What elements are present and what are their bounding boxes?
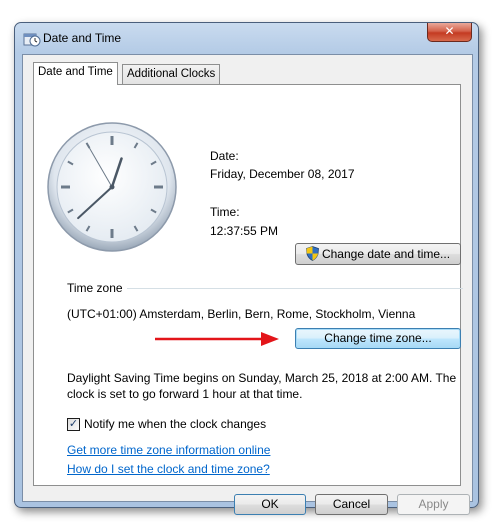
apply-button[interactable]: Apply [397, 494, 470, 515]
red-annotation-arrow [155, 332, 279, 346]
more-time-zone-info-link[interactable]: Get more time zone information online [67, 443, 270, 457]
dst-text-line-2: clock is set to go forward 1 hour at tha… [67, 387, 303, 401]
change-time-zone-button[interactable]: Change time zone... [295, 328, 461, 349]
close-button[interactable]: ✕ [427, 23, 472, 42]
change-date-time-button[interactable]: Change date and time... [295, 243, 461, 265]
time-value: 12:37:55 PM [210, 224, 279, 238]
date-value: Friday, December 08, 2017 [210, 167, 355, 181]
notify-checkbox[interactable]: ✓ [67, 418, 80, 431]
group-divider [127, 288, 463, 289]
time-label: Time: [210, 205, 240, 219]
checkmark-icon: ✓ [68, 418, 79, 430]
change-date-time-label: Change date and time... [321, 247, 451, 261]
tab-additional-clocks[interactable]: Additional Clocks [122, 64, 221, 84]
tab-date-and-time[interactable]: Date and Time [33, 62, 118, 85]
date-time-dialog: Date and Time ✕ Date and Time Additional… [14, 22, 479, 515]
cancel-button[interactable]: Cancel [315, 494, 388, 515]
date-time-icon [23, 31, 41, 47]
ok-button[interactable]: OK [234, 494, 306, 515]
tab-panel: Date: Friday, December 08, 2017 Time: 12… [33, 84, 463, 486]
how-to-set-clock-link[interactable]: How do I set the clock and time zone? [67, 462, 270, 476]
analog-clock [47, 122, 177, 252]
close-icon: ✕ [444, 24, 455, 38]
date-label: Date: [210, 149, 239, 163]
notify-label[interactable]: Notify me when the clock changes [84, 417, 266, 431]
dialog-client: Date and Time Additional Clocks Date: Fr… [22, 54, 473, 515]
dst-text-line-1: Daylight Saving Time begins on Sunday, M… [67, 371, 457, 385]
uac-shield-icon [306, 246, 319, 267]
title-bar[interactable]: Date and Time ✕ [15, 23, 478, 53]
time-zone-value: (UTC+01:00) Amsterdam, Berlin, Bern, Rom… [67, 307, 416, 321]
time-zone-group-label: Time zone [67, 281, 123, 295]
window-title: Date and Time [43, 31, 122, 45]
